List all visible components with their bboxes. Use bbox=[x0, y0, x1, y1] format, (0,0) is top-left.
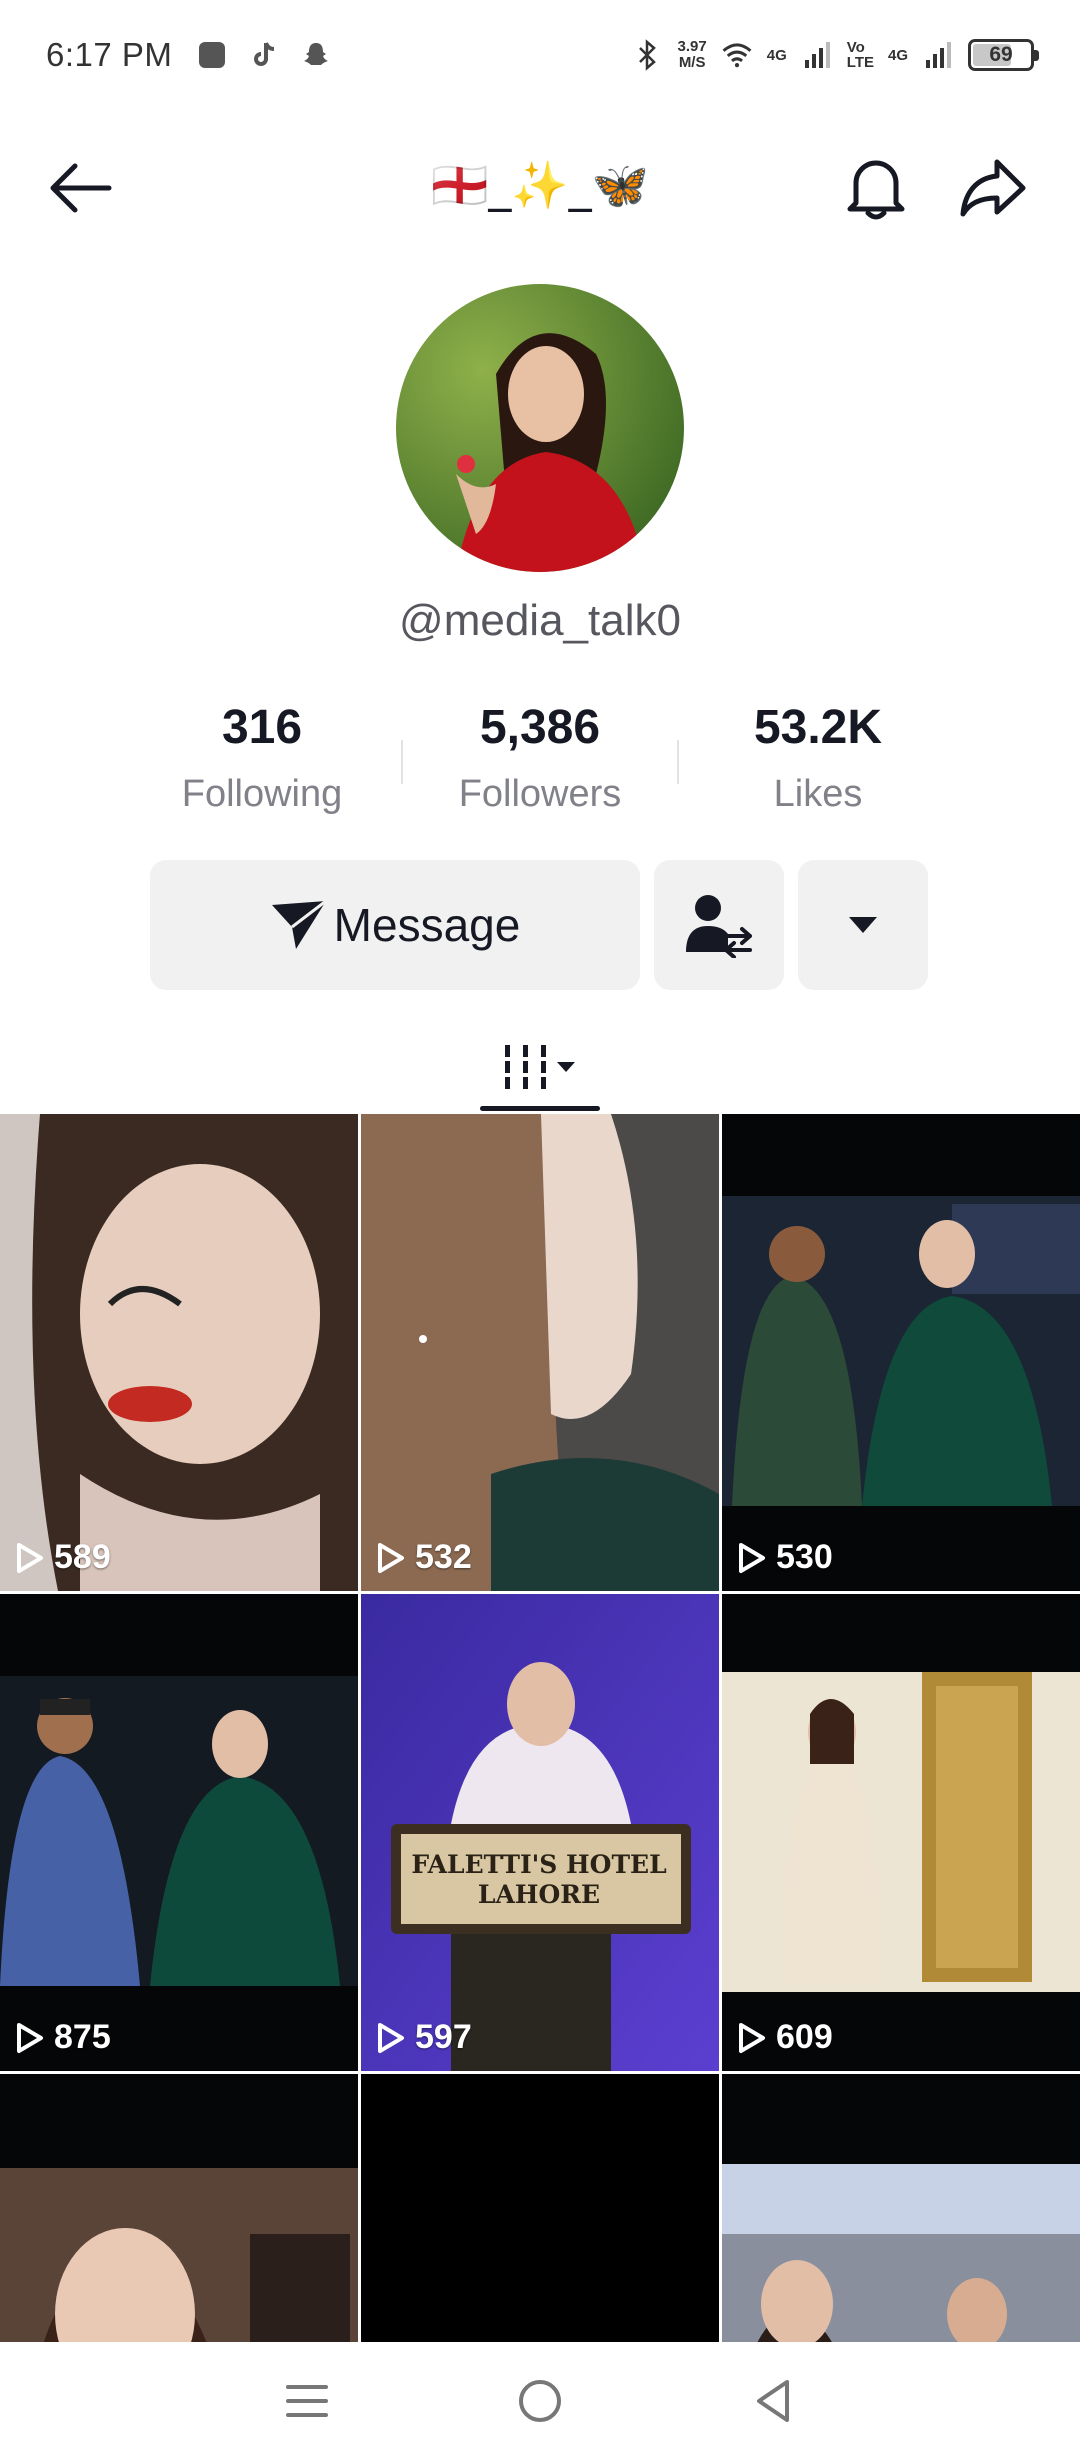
tab-videos[interactable] bbox=[480, 1022, 600, 1112]
recent-apps-button[interactable] bbox=[272, 2366, 342, 2436]
status-time: 6:17 PM bbox=[46, 36, 173, 73]
user-swap-icon bbox=[686, 895, 752, 958]
volte-label: Vo LTE bbox=[846, 39, 874, 71]
avatar[interactable] bbox=[396, 284, 684, 572]
status-bar: 6:17 PM 3.97 M/S 4G Vo LTE 4G 69 bbox=[0, 0, 1080, 110]
stat-label: Likes bbox=[773, 773, 863, 815]
play-icon bbox=[378, 2022, 404, 2053]
follow-back-button[interactable] bbox=[654, 860, 784, 990]
username: @media_talk0 bbox=[399, 596, 681, 645]
play-icon bbox=[739, 1542, 765, 1573]
triangle-back-icon bbox=[757, 2380, 790, 2422]
share-arrow-icon bbox=[960, 159, 1026, 217]
wifi-icon bbox=[721, 39, 753, 71]
video-thumbnail[interactable]: 532 bbox=[361, 1114, 719, 1591]
caret-down-icon bbox=[557, 1062, 575, 1072]
profile-actions: Message bbox=[150, 860, 928, 990]
network-4g-label: 4G bbox=[766, 46, 787, 64]
video-thumbnail[interactable]: 530 bbox=[722, 1114, 1080, 1591]
stat-label: Following bbox=[181, 773, 343, 815]
menu-lines-icon bbox=[285, 2385, 328, 2417]
more-options-button[interactable] bbox=[798, 860, 928, 990]
play-icon bbox=[739, 2022, 765, 2053]
profile-header: 🏴󠁧󠁢󠁥󠁮󠁧󠁿_✨_🦋 bbox=[0, 130, 1080, 240]
stat-value: 53.2K bbox=[753, 701, 883, 754]
home-circle-icon bbox=[518, 2380, 561, 2422]
video-thumbnail[interactable]: FALETTI'S HOTEL LAHORE 597 bbox=[361, 1594, 719, 2071]
video-thumbnail[interactable]: 875 bbox=[0, 1594, 358, 2071]
view-count: 597 bbox=[377, 2018, 472, 2057]
play-icon bbox=[17, 1542, 43, 1573]
bluetooth-icon bbox=[632, 39, 664, 71]
message-label: Message bbox=[333, 899, 521, 951]
view-count: 532 bbox=[377, 1538, 472, 1577]
message-button[interactable]: Message bbox=[150, 860, 640, 990]
tiktok-icon bbox=[248, 39, 280, 71]
view-count: 530 bbox=[738, 1538, 833, 1577]
play-icon bbox=[378, 1542, 404, 1573]
notifications-button[interactable] bbox=[836, 148, 916, 228]
stat-following[interactable]: 316 Following bbox=[123, 700, 401, 816]
caret-down-icon bbox=[849, 917, 877, 933]
stat-label: Followers bbox=[458, 773, 622, 815]
battery-level: 69 bbox=[989, 43, 1013, 66]
send-icon bbox=[271, 899, 327, 949]
app-notification-icon bbox=[196, 39, 228, 71]
view-count: 589 bbox=[16, 1538, 111, 1577]
play-icon bbox=[17, 2022, 43, 2053]
view-count: 609 bbox=[738, 2018, 833, 2057]
video-thumbnail[interactable]: 589 bbox=[0, 1114, 358, 1591]
view-count: 875 bbox=[16, 2018, 111, 2057]
back-nav-button[interactable] bbox=[738, 2366, 808, 2436]
bell-icon bbox=[847, 160, 905, 220]
video-thumbnail[interactable]: 609 bbox=[722, 1594, 1080, 2071]
network-4g-label-2: 4G bbox=[887, 46, 908, 64]
stat-value: 5,386 bbox=[479, 701, 601, 754]
profile-stats: 316 Following 5,386 Followers 53.2K Like… bbox=[0, 700, 1080, 816]
stat-followers[interactable]: 5,386 Followers bbox=[401, 700, 679, 816]
share-button[interactable] bbox=[954, 148, 1034, 228]
video-grid: 589 532 530 875 FALETTI'S HOTEL LAHORE 5… bbox=[0, 1114, 1080, 2460]
video-grid-icon bbox=[503, 1045, 549, 1089]
signal-icon-2 bbox=[922, 39, 954, 71]
signal-icon bbox=[801, 39, 833, 71]
stat-value: 316 bbox=[221, 701, 303, 754]
home-button[interactable] bbox=[505, 2366, 575, 2436]
battery-icon: 69 bbox=[968, 39, 1039, 71]
stat-divider bbox=[401, 740, 403, 784]
system-nav-bar bbox=[0, 2342, 1080, 2460]
profile-title: 🏴󠁧󠁢󠁥󠁮󠁧󠁿_✨_🦋 bbox=[431, 158, 649, 212]
stat-likes[interactable]: 53.2K Likes bbox=[679, 700, 957, 816]
tab-indicator bbox=[480, 1106, 600, 1111]
snapchat-icon bbox=[300, 39, 332, 71]
network-speed: 3.97 M/S bbox=[677, 38, 707, 71]
sign-text: FALETTI'S HOTEL LAHORE bbox=[411, 1850, 667, 1909]
